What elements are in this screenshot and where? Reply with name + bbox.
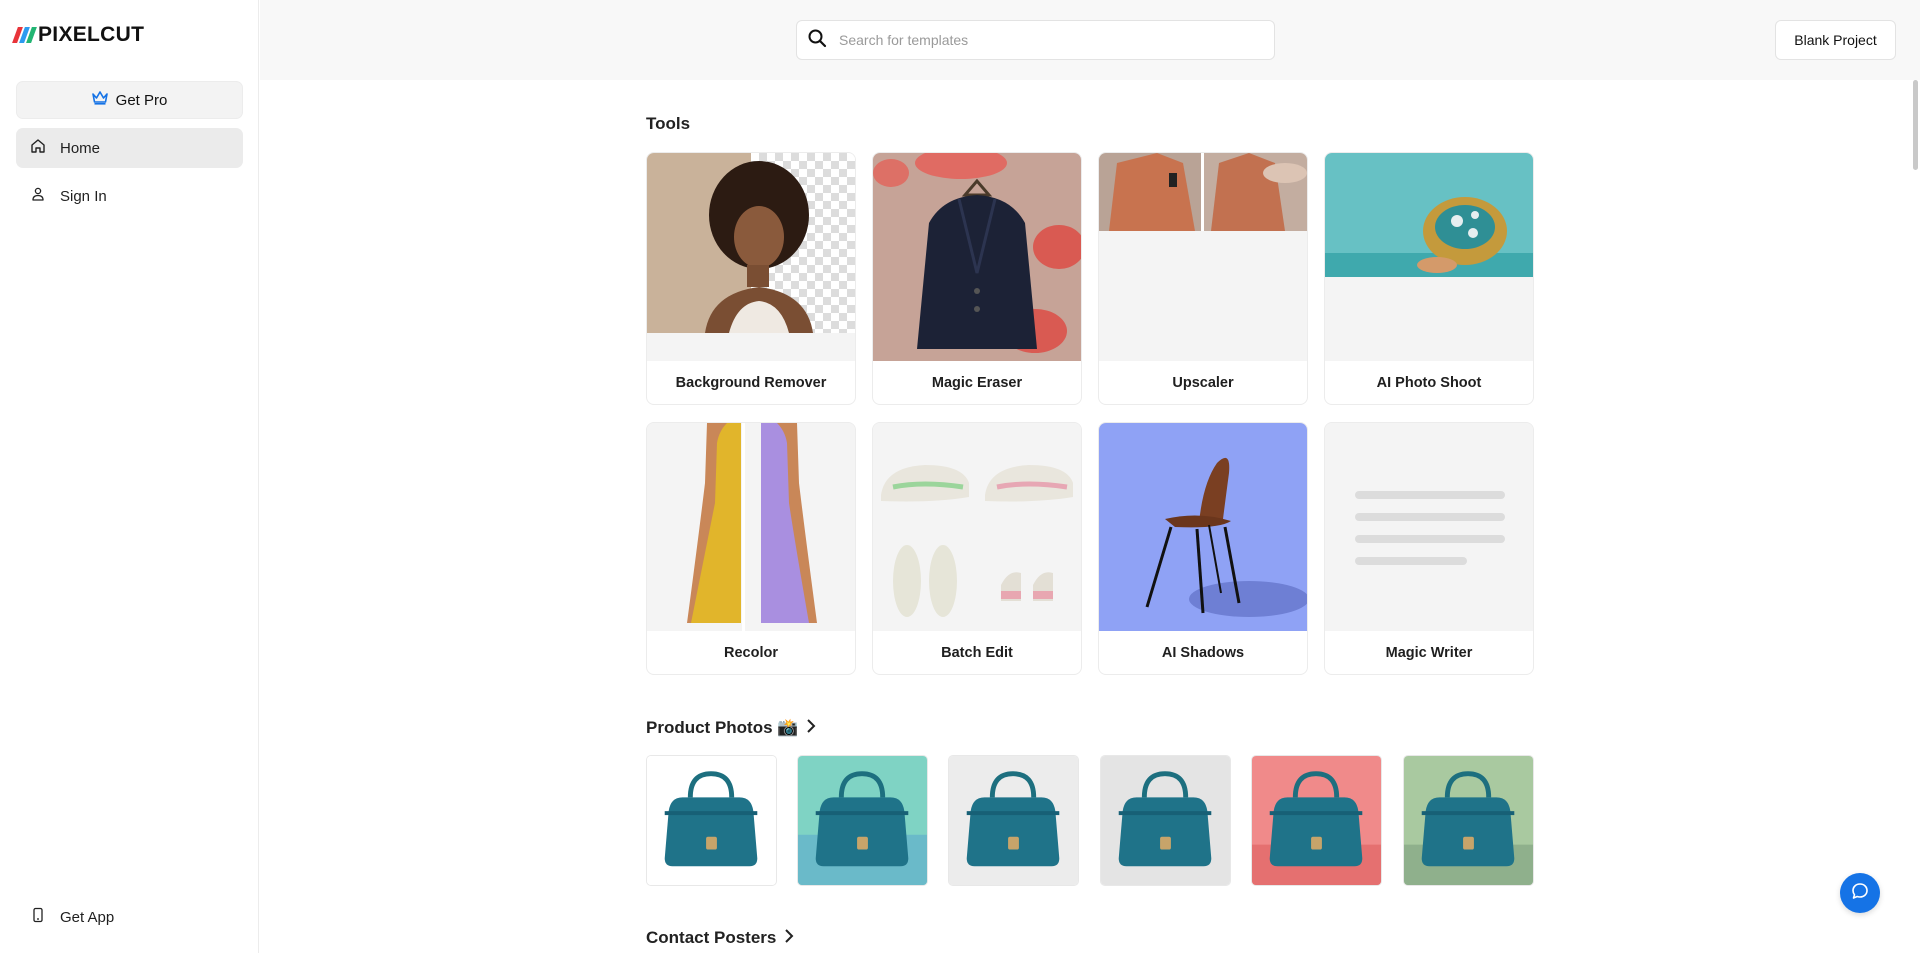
chevron-right-icon bbox=[784, 928, 794, 948]
magic-writer-thumbnail bbox=[1325, 423, 1533, 631]
tool-label: Batch Edit bbox=[941, 645, 1013, 661]
magic-eraser-thumbnail bbox=[873, 153, 1081, 361]
tool-label: AI Shadows bbox=[1161, 645, 1245, 661]
background-remover-thumbnail bbox=[647, 153, 855, 361]
get-pro-button[interactable]: Get Pro bbox=[16, 81, 243, 119]
search-icon bbox=[807, 28, 827, 53]
batch-edit-thumbnail bbox=[873, 423, 1081, 631]
tool-label: Recolor bbox=[724, 645, 778, 661]
tool-label: Magic Eraser bbox=[931, 375, 1023, 391]
tools-section-title: Tools bbox=[646, 114, 691, 133]
product-photo-white[interactable] bbox=[646, 755, 777, 886]
tool-card-ai-shadows[interactable]: AI Shadows bbox=[1098, 422, 1308, 675]
tool-card-recolor[interactable]: Recolor bbox=[646, 422, 856, 675]
contact-posters-section-title[interactable]: Contact Posters bbox=[646, 928, 794, 948]
tool-card-upscaler[interactable]: Upscaler bbox=[1098, 152, 1308, 405]
sidebar-item-label: Sign In bbox=[60, 187, 107, 205]
get-app-label: Get App bbox=[60, 908, 115, 926]
scrollbar-thumb[interactable] bbox=[1913, 80, 1918, 170]
tool-card-batch-edit[interactable]: Batch Edit bbox=[872, 422, 1082, 675]
tool-label: Upscaler bbox=[1172, 375, 1234, 391]
sidebar-item-label: Home bbox=[60, 139, 101, 157]
product-photo-pink[interactable] bbox=[1251, 755, 1382, 886]
recolor-thumbnail bbox=[647, 423, 855, 631]
logo-text: PIXELCUT bbox=[38, 23, 145, 46]
sidebar: PIXELCUT Get Pro Home Sign In Get App bbox=[0, 0, 259, 953]
pixelcut-logo[interactable]: PIXELCUT bbox=[12, 23, 145, 46]
product-photo-mint[interactable] bbox=[797, 755, 928, 886]
chat-support-button[interactable] bbox=[1840, 873, 1880, 913]
tool-card-background-remover[interactable]: Background Remover bbox=[646, 152, 856, 405]
product-photos-section-title[interactable]: Product Photos 📸 bbox=[646, 718, 816, 738]
phone-icon bbox=[30, 907, 46, 927]
logo-mark-icon bbox=[12, 27, 37, 43]
product-photo-sage[interactable] bbox=[1403, 755, 1534, 886]
get-app-button[interactable]: Get App bbox=[16, 897, 243, 937]
tool-card-ai-photo-shoot[interactable]: AI Photo Shoot bbox=[1324, 152, 1534, 405]
top-bar: Blank Project bbox=[260, 0, 1920, 80]
ai-photo-shoot-thumbnail bbox=[1325, 153, 1533, 361]
sidebar-item-home[interactable]: Home bbox=[16, 128, 243, 168]
upscaler-thumbnail bbox=[1099, 153, 1307, 361]
product-photo-gray[interactable] bbox=[1100, 755, 1231, 886]
chevron-right-icon bbox=[806, 718, 816, 738]
sidebar-item-sign-in[interactable]: Sign In bbox=[16, 176, 243, 216]
product-photo-light-gray[interactable] bbox=[948, 755, 1079, 886]
user-icon bbox=[30, 186, 46, 206]
tool-label: Magic Writer bbox=[1385, 645, 1473, 661]
tool-card-magic-eraser[interactable]: Magic Eraser bbox=[872, 152, 1082, 405]
search-input[interactable] bbox=[839, 32, 1239, 48]
tool-card-magic-writer[interactable]: Magic Writer bbox=[1324, 422, 1534, 675]
tool-label: Background Remover bbox=[675, 375, 827, 391]
get-pro-label: Get Pro bbox=[115, 91, 168, 109]
blank-project-button[interactable]: Blank Project bbox=[1775, 20, 1896, 60]
ai-shadows-thumbnail bbox=[1099, 423, 1307, 631]
home-icon bbox=[30, 138, 46, 158]
crown-icon bbox=[91, 91, 108, 109]
search-box[interactable] bbox=[796, 20, 1275, 60]
chat-bubble-icon bbox=[1851, 882, 1869, 905]
tool-label: AI Photo Shoot bbox=[1376, 375, 1482, 391]
